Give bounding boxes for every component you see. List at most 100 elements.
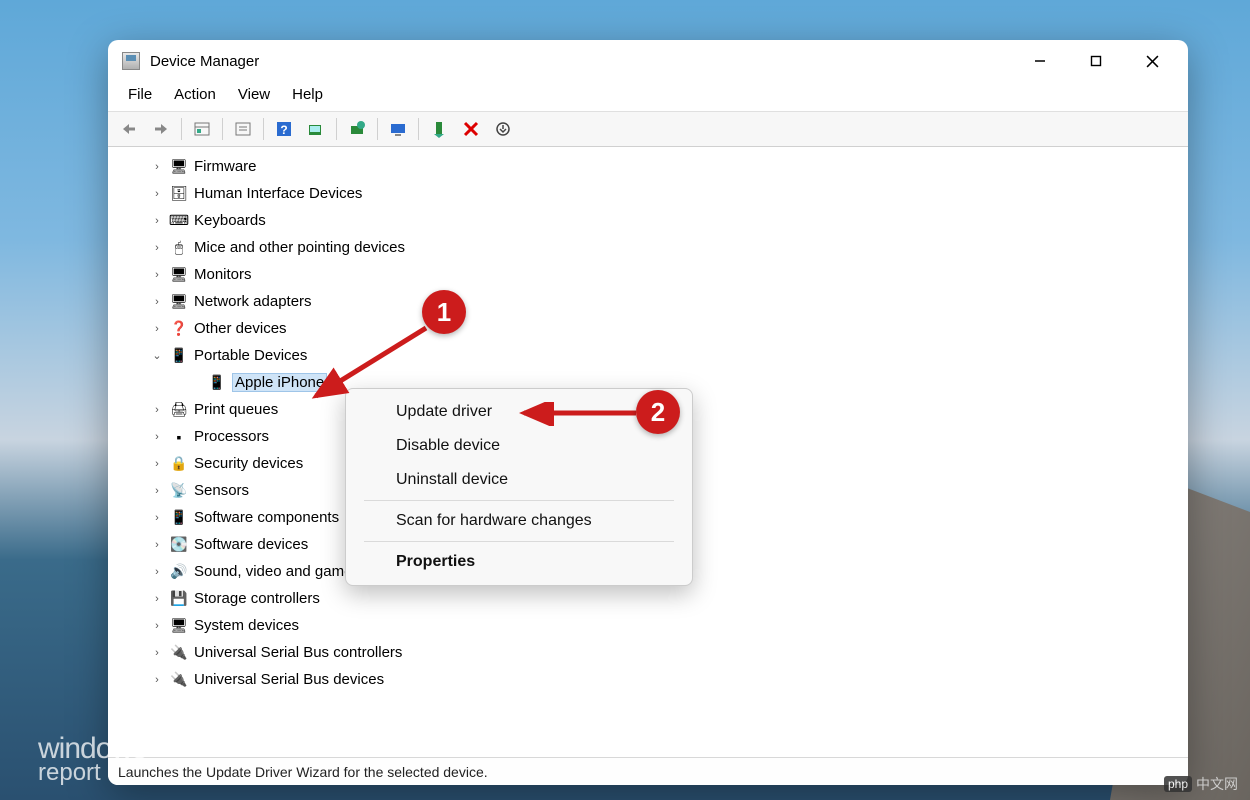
device-icon: 🔌 xyxy=(170,671,188,689)
tree-item[interactable]: › 🔌 Universal Serial Bus devices xyxy=(136,666,1188,693)
chevron-right-icon[interactable]: › xyxy=(150,268,164,282)
tree-item[interactable]: › 🖥 System devices xyxy=(136,612,1188,639)
cm-separator xyxy=(364,541,674,542)
cm-scan-hardware[interactable]: Scan for hardware changes xyxy=(346,504,692,538)
device-icon: 🖥 xyxy=(170,617,188,635)
device-icon: 💽 xyxy=(170,536,188,554)
tree-item-label: Firmware xyxy=(194,158,257,175)
tree-item-label: Software components xyxy=(194,509,339,526)
tree-item[interactable]: › 🖥 Monitors xyxy=(136,261,1188,288)
tree-item-label: Monitors xyxy=(194,266,252,283)
statusbar: Launches the Update Driver Wizard for th… xyxy=(108,757,1188,785)
disable-device-button[interactable] xyxy=(488,115,518,143)
tree-item[interactable]: › 🖱 Mice and other pointing devices xyxy=(136,234,1188,261)
device-icon: 🔌 xyxy=(170,644,188,662)
chevron-right-icon[interactable]: › xyxy=(150,484,164,498)
tree-item-label: Processors xyxy=(194,428,269,445)
chevron-right-icon[interactable]: › xyxy=(150,430,164,444)
minimize-button[interactable] xyxy=(1012,40,1068,82)
device-icon: 🖥 xyxy=(170,293,188,311)
tree-item-label: Universal Serial Bus devices xyxy=(194,671,384,688)
show-hidden-button[interactable] xyxy=(187,115,217,143)
tree-item[interactable]: ›🗄Human Interface Devices xyxy=(136,180,1188,207)
menubar: File Action View Help xyxy=(108,82,1188,111)
chevron-right-icon[interactable]: › xyxy=(150,403,164,417)
annotation-badge-2: 2 xyxy=(636,390,680,434)
tree-item-label: System devices xyxy=(194,617,299,634)
back-button[interactable] xyxy=(114,115,144,143)
chevron-right-icon[interactable]: › xyxy=(150,214,164,228)
monitor-button[interactable] xyxy=(383,115,413,143)
maximize-button[interactable] xyxy=(1068,40,1124,82)
toolbar-separator xyxy=(263,118,264,140)
tree-item[interactable]: › 🖥 Network adapters xyxy=(136,288,1188,315)
tree-item-label: Other devices xyxy=(194,320,287,337)
annotation-badge-1: 1 xyxy=(422,290,466,334)
menu-file[interactable]: File xyxy=(118,82,162,107)
menu-view[interactable]: View xyxy=(228,82,280,107)
toolbar-separator xyxy=(418,118,419,140)
chevron-right-icon[interactable]: › xyxy=(150,187,164,201)
device-icon: 🖥 xyxy=(170,266,188,284)
tree-item-label: Network adapters xyxy=(194,293,312,310)
tree-item-label: Keyboards xyxy=(194,212,266,229)
toolbar-separator xyxy=(181,118,182,140)
chevron-right-icon xyxy=(188,376,202,390)
chevron-right-icon[interactable]: › xyxy=(150,160,164,174)
tree-item[interactable]: ⌄📱Portable Devices xyxy=(136,342,1188,369)
chevron-right-icon[interactable]: › xyxy=(150,241,164,255)
device-icon: 💾 xyxy=(170,590,188,608)
tree-item[interactable]: › 💾 Storage controllers xyxy=(136,585,1188,612)
device-icon: 📱 xyxy=(208,374,226,392)
device-icon: ❓ xyxy=(170,320,188,338)
menu-help[interactable]: Help xyxy=(282,82,333,107)
close-button[interactable] xyxy=(1124,40,1180,82)
uninstall-device-button[interactable] xyxy=(456,115,486,143)
chevron-down-icon[interactable]: ⌄ xyxy=(150,349,164,363)
tree-item-label: Sensors xyxy=(194,482,249,499)
device-icon: 🖥 xyxy=(170,158,188,176)
chevron-right-icon[interactable]: › xyxy=(150,511,164,525)
chevron-right-icon[interactable]: › xyxy=(150,322,164,336)
tree-item[interactable]: › ❓ Other devices xyxy=(136,315,1188,342)
cm-properties[interactable]: Properties xyxy=(346,545,692,579)
help-button[interactable]: ? xyxy=(269,115,299,143)
cm-disable-device[interactable]: Disable device xyxy=(346,429,692,463)
window-title: Device Manager xyxy=(150,53,259,70)
chevron-right-icon[interactable]: › xyxy=(150,457,164,471)
chevron-right-icon[interactable]: › xyxy=(150,295,164,309)
tree-item-label: Apple iPhone xyxy=(232,373,327,392)
toolbar: ? xyxy=(108,111,1188,147)
tree-item[interactable]: › 🔌 Universal Serial Bus controllers xyxy=(136,639,1188,666)
tree-item-label: Universal Serial Bus controllers xyxy=(194,644,402,661)
enable-device-button[interactable] xyxy=(424,115,454,143)
status-text: Launches the Update Driver Wizard for th… xyxy=(118,764,488,780)
watermark-php: php 中文网 xyxy=(1164,774,1238,794)
menu-action[interactable]: Action xyxy=(164,82,226,107)
titlebar: Device Manager xyxy=(108,40,1188,82)
tree-item-label: Software devices xyxy=(194,536,308,553)
properties-button[interactable] xyxy=(228,115,258,143)
chevron-right-icon[interactable]: › xyxy=(150,673,164,687)
chevron-right-icon[interactable]: › xyxy=(150,565,164,579)
chevron-right-icon[interactable]: › xyxy=(150,592,164,606)
cm-separator xyxy=(364,500,674,501)
cm-uninstall-device[interactable]: Uninstall device xyxy=(346,463,692,497)
update-driver-button[interactable] xyxy=(342,115,372,143)
device-icon: 📡 xyxy=(170,482,188,500)
device-icon: 🖨 xyxy=(170,401,188,419)
svg-text:?: ? xyxy=(280,123,287,137)
chevron-right-icon[interactable]: › xyxy=(150,538,164,552)
chevron-right-icon[interactable]: › xyxy=(150,646,164,660)
chevron-right-icon[interactable]: › xyxy=(150,619,164,633)
tree-item[interactable]: ›⌨Keyboards xyxy=(136,207,1188,234)
scan-hardware-button[interactable] xyxy=(301,115,331,143)
device-icon: 🖱 xyxy=(170,239,188,257)
toolbar-separator xyxy=(377,118,378,140)
forward-button[interactable] xyxy=(146,115,176,143)
device-icon: 📱 xyxy=(170,347,188,365)
tree-item-label: Storage controllers xyxy=(194,590,320,607)
tree-item-label: Mice and other pointing devices xyxy=(194,239,405,256)
toolbar-separator xyxy=(222,118,223,140)
tree-item[interactable]: › 🖥 Firmware xyxy=(136,153,1188,180)
